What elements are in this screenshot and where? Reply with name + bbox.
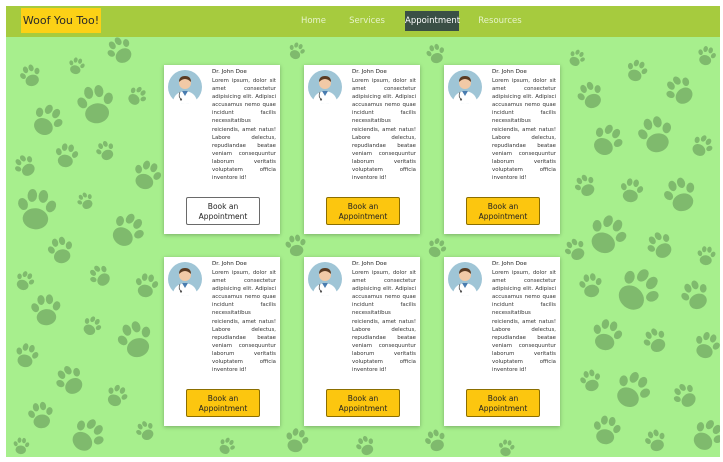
book-appointment-button[interactable]: Book an Appointment bbox=[186, 197, 260, 225]
nav-home[interactable]: Home bbox=[296, 11, 331, 31]
top-navbar: Woof You Too! Home Services Appointment … bbox=[6, 6, 720, 37]
book-appointment-button[interactable]: Book an Appointment bbox=[326, 197, 400, 225]
doctor-bio: Lorem ipsum, dolor sit amet consectetur … bbox=[352, 78, 416, 182]
doctor-card: Dr. John Doe Lorem ipsum, dolor sit amet… bbox=[164, 257, 280, 426]
doctor-bio: Lorem ipsum, dolor sit amet consectetur … bbox=[212, 78, 276, 182]
doctor-name: Dr. John Doe bbox=[212, 69, 247, 75]
doctor-avatar-icon bbox=[168, 262, 202, 296]
doctor-avatar-icon bbox=[448, 70, 482, 104]
doctor-name: Dr. John Doe bbox=[492, 261, 527, 267]
book-appointment-button[interactable]: Book an Appointment bbox=[466, 389, 540, 417]
doctor-name: Dr. John Doe bbox=[212, 261, 247, 267]
brand-logo[interactable]: Woof You Too! bbox=[21, 8, 101, 33]
doctor-card: Dr. John Doe Lorem ipsum, dolor sit amet… bbox=[304, 65, 420, 234]
doctor-bio: Lorem ipsum, dolor sit amet consectetur … bbox=[492, 78, 556, 182]
doctor-bio: Lorem ipsum, dolor sit amet consectetur … bbox=[212, 270, 276, 374]
nav-resources[interactable]: Resources bbox=[476, 11, 524, 31]
doctor-name: Dr. John Doe bbox=[352, 69, 387, 75]
doctor-bio: Lorem ipsum, dolor sit amet consectetur … bbox=[352, 270, 416, 374]
nav-services[interactable]: Services bbox=[346, 11, 388, 31]
doctor-card: Dr. John Doe Lorem ipsum, dolor sit amet… bbox=[444, 65, 560, 234]
doctor-avatar-icon bbox=[308, 70, 342, 104]
doctor-card: Dr. John Doe Lorem ipsum, dolor sit amet… bbox=[444, 257, 560, 426]
doctor-name: Dr. John Doe bbox=[492, 69, 527, 75]
doctor-bio: Lorem ipsum, dolor sit amet consectetur … bbox=[492, 270, 556, 374]
nav-appointment[interactable]: Appointment bbox=[405, 11, 460, 31]
book-appointment-button[interactable]: Book an Appointment bbox=[326, 389, 400, 417]
book-appointment-button[interactable]: Book an Appointment bbox=[186, 389, 260, 417]
page-frame: Woof You Too! Home Services Appointment … bbox=[6, 6, 720, 457]
doctor-avatar-icon bbox=[308, 262, 342, 296]
book-appointment-button[interactable]: Book an Appointment bbox=[466, 197, 540, 225]
doctor-card: Dr. John Doe Lorem ipsum, dolor sit amet… bbox=[164, 65, 280, 234]
doctor-avatar-icon bbox=[168, 70, 202, 104]
doctor-name: Dr. John Doe bbox=[352, 261, 387, 267]
doctor-avatar-icon bbox=[448, 262, 482, 296]
doctor-card: Dr. John Doe Lorem ipsum, dolor sit amet… bbox=[304, 257, 420, 426]
